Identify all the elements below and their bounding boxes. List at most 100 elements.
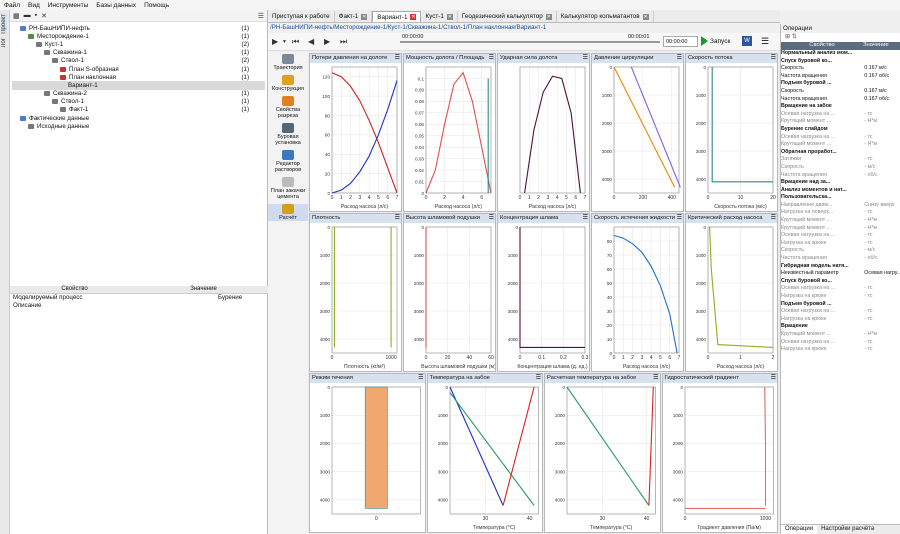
operation-value[interactable] [864, 187, 900, 195]
tree-node[interactable]: План S-образная (1) [12, 65, 265, 73]
menu-item[interactable]: Базы данных [92, 2, 140, 9]
operations-row[interactable]: Скорость - м/с [781, 164, 900, 172]
folder-icon[interactable]: ▬ [24, 12, 31, 19]
tree-node[interactable]: Скважина-2 (1) [12, 90, 265, 98]
time-slider[interactable] [400, 41, 660, 43]
operations-row[interactable]: Нормальный анализ мом... [781, 50, 900, 58]
operations-row[interactable]: Частота вращения 0.167 об/с [781, 96, 900, 104]
tree-node[interactable]: Вариант-1 [12, 81, 265, 90]
close-tab-icon[interactable]: ✕ [545, 13, 552, 20]
operation-value[interactable]: - тс [864, 134, 900, 142]
operation-value[interactable] [864, 80, 900, 88]
tree-node[interactable]: Месторождение-1 (1) [12, 32, 265, 40]
operation-value[interactable]: - тс [864, 285, 900, 293]
last-frame-icon[interactable]: ⏭ [340, 37, 347, 47]
operation-value[interactable]: - тс [864, 209, 900, 217]
operations-row[interactable]: Осевая нагрузка на ... - тс [781, 232, 900, 240]
operation-value[interactable]: - тс [864, 156, 900, 164]
tree-node[interactable]: Куст-1 (2) [12, 40, 265, 48]
module-button[interactable]: Расчёт [268, 204, 308, 221]
tree-node[interactable]: РН-БашНИПИ-нефть (1) [12, 24, 265, 32]
close-tab-icon[interactable]: ✕ [410, 14, 417, 20]
operations-row[interactable]: Спуск буровой ко... [781, 58, 900, 66]
operation-value[interactable]: 0.167 м/с [864, 65, 900, 73]
operations-row[interactable]: Вращение над за... [781, 179, 900, 187]
operations-row[interactable]: Вращение на забое [781, 103, 900, 111]
props-row[interactable]: Моделируемый процесс Бурение [10, 294, 268, 302]
menu-item[interactable]: Файл [0, 2, 24, 9]
operation-value[interactable]: 0.167 об/с [864, 73, 900, 81]
operations-row[interactable]: Подъем буровой ... [781, 301, 900, 309]
tree-node[interactable]: Фактические данные [12, 114, 265, 122]
module-button[interactable]: Траектория [268, 54, 308, 71]
operation-value[interactable]: - тс [864, 316, 900, 324]
module-button[interactable]: План закачки цемента [268, 177, 308, 200]
operation-value[interactable]: - м/с [864, 164, 900, 172]
dropdown-icon[interactable]: ▼ [282, 39, 287, 45]
operation-value[interactable] [864, 58, 900, 66]
document-tab[interactable]: Приступая к работе [268, 11, 335, 22]
menu-item[interactable]: Помощь [140, 2, 173, 9]
operations-row[interactable]: Осевая нагрузка на ... - тс [781, 339, 900, 347]
operation-value[interactable]: - тс [864, 232, 900, 240]
operations-row[interactable]: Подъем буровой ... [781, 80, 900, 88]
operations-row[interactable]: Анализ моментов и нат... [781, 187, 900, 195]
operation-value[interactable]: - Н*м [864, 225, 900, 233]
document-tab[interactable]: Вариант-1 ✕ [372, 11, 422, 22]
collapse-icon[interactable]: ☰ [258, 12, 264, 20]
props-row[interactable]: Описание [10, 302, 268, 310]
operations-row[interactable]: Крутящий момент ... - Н*м [781, 331, 900, 339]
step-back-icon[interactable]: ◀ [308, 37, 314, 46]
tree-node[interactable]: Ствол-1 (2) [12, 57, 265, 65]
operations-row[interactable]: Осевая нагрузка на ... - тс [781, 134, 900, 142]
operation-value[interactable] [864, 149, 900, 157]
operations-row[interactable]: Спуск буровой ко... [781, 278, 900, 286]
strip-tab-log[interactable]: Лог [1, 38, 7, 47]
operation-value[interactable]: - тс [864, 308, 900, 316]
operation-value[interactable]: - тс [864, 240, 900, 248]
operation-value[interactable]: - об/с [864, 172, 900, 180]
operations-row[interactable]: Направление движ... Снизу вверх [781, 202, 900, 210]
operations-row[interactable]: Обратная проработ... [781, 149, 900, 157]
operations-row[interactable]: Бурение слайдом [781, 126, 900, 134]
menu-icon[interactable]: ☰ [761, 36, 769, 47]
operations-row[interactable]: Затяжки - тс [781, 156, 900, 164]
tree-node[interactable]: Ствол-1 (1) [12, 98, 265, 106]
operations-row[interactable]: Нагрузка на крюке - тс [781, 293, 900, 301]
document-tab[interactable]: Факт-1 ✕ [335, 11, 373, 22]
operation-value[interactable]: 0.167 м/с [864, 88, 900, 96]
operations-row[interactable]: Вращение [781, 323, 900, 331]
operation-value[interactable]: - Н*м [864, 141, 900, 149]
operations-row[interactable]: Крутящий момент ... - Н*м [781, 141, 900, 149]
operations-row[interactable]: Пользовательска... [781, 194, 900, 202]
menu-item[interactable]: Инструменты [44, 2, 93, 9]
operations-row[interactable]: Нагрузка на поверх... - тс [781, 209, 900, 217]
tree-node[interactable]: Исходные данные [12, 122, 265, 130]
operations-row[interactable]: Частота вращения - об/с [781, 255, 900, 263]
operations-row[interactable]: Частота вращения - об/с [781, 172, 900, 180]
operations-row[interactable]: Скорость 0.167 м/с [781, 65, 900, 73]
tab-operations[interactable]: Операции [781, 525, 818, 534]
first-frame-icon[interactable]: ⏮ [292, 37, 299, 47]
module-button[interactable]: Редактор растворов [268, 150, 308, 173]
operations-row[interactable]: Скорость - м/с [781, 247, 900, 255]
operations-row[interactable]: Осевая нагрузка на ... - тс [781, 308, 900, 316]
document-tab[interactable]: Калькулятор кольматантов ✕ [557, 11, 654, 22]
operation-value[interactable]: - Н*м [864, 217, 900, 225]
operation-value[interactable] [864, 263, 900, 271]
operations-row[interactable]: Осевая нагрузка на ... - тс [781, 285, 900, 293]
operations-row[interactable]: Скорость 0.167 м/с [781, 88, 900, 96]
operation-value[interactable]: - тс [864, 339, 900, 347]
operation-value[interactable] [864, 323, 900, 331]
prop-value[interactable]: Бурение [218, 294, 242, 302]
tree-node[interactable]: План наклонная (1) [12, 73, 265, 81]
play-icon[interactable]: ▶ [272, 37, 278, 46]
operations-row[interactable]: Крутящий момент ... - Н*м [781, 118, 900, 126]
module-button[interactable]: Буровая установка [268, 123, 308, 146]
operation-value[interactable]: - Н*м [864, 331, 900, 339]
tree-node[interactable]: Скважина-1 (1) [12, 49, 265, 57]
operation-value[interactable] [864, 278, 900, 286]
operations-row[interactable]: Нагрузка на крюке - тс [781, 240, 900, 248]
operations-row[interactable]: Нагрузка на крюке - тс [781, 346, 900, 354]
operation-value[interactable]: - тс [864, 111, 900, 119]
